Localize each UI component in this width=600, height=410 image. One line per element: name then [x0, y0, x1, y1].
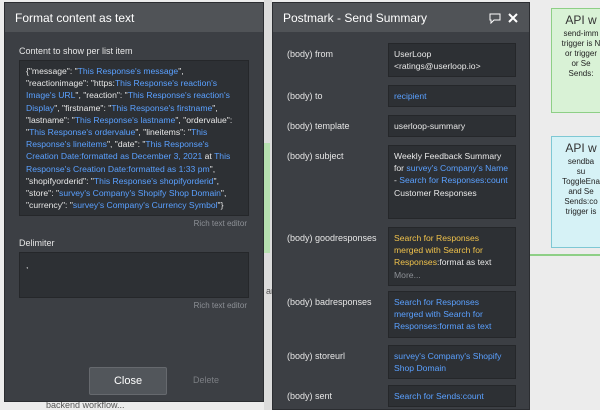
- dynamic-expression[interactable]: survey's Company's Currency Symbol: [73, 200, 218, 210]
- dynamic-expression[interactable]: survey's Company's Name: [406, 163, 508, 173]
- card-line: ToggleEna: [562, 177, 600, 186]
- rich-text-editor-link[interactable]: Rich text editor: [5, 219, 247, 228]
- canvas-connector-vertical: [264, 143, 270, 253]
- dynamic-expression[interactable]: survey's Company's Shopify Shop Domain: [59, 188, 221, 198]
- panel-header[interactable]: Format content as text: [5, 3, 263, 32]
- delete-button[interactable]: Delete: [193, 375, 219, 385]
- card-line: send-imm: [563, 29, 599, 38]
- dynamic-expression[interactable]: This Response's firstname: [111, 103, 212, 113]
- param-field[interactable]: Weekly Feedback Summary for survey's Com…: [388, 145, 516, 219]
- param-field[interactable]: recipient: [388, 85, 516, 108]
- dynamic-expression[interactable]: Search for Responses merged with Search …: [394, 297, 491, 331]
- card-line: trigger is N: [561, 39, 600, 48]
- comment-icon[interactable]: [489, 12, 501, 24]
- static-text: ", "firstname": ": [54, 102, 112, 113]
- card-line: su: [576, 167, 586, 176]
- scrollbar[interactable]: [525, 32, 528, 404]
- dynamic-expression[interactable]: This Response's message: [78, 66, 179, 76]
- card-line: sendba: [567, 157, 595, 166]
- canvas-connector-line: [520, 254, 600, 256]
- format-content-panel: Format content as text Content to show p…: [4, 2, 264, 402]
- api-workflow-card-title: API w: [565, 141, 597, 155]
- card-line: or trigger: [564, 49, 597, 58]
- dynamic-expression[interactable]: survey's Company's Shopify Shop Domain: [394, 351, 501, 373]
- panel-title: Format content as text: [15, 10, 135, 25]
- content-label: Content to show per list item: [19, 46, 133, 56]
- static-text: {"message": ": [26, 66, 78, 76]
- param-label: (body) storeurl: [287, 351, 346, 361]
- param-label: (body) subject: [287, 151, 344, 161]
- postmark-action-panel: Postmark - Send Summary (body) from UserL…: [272, 2, 530, 410]
- static-text: :format as text: [437, 257, 492, 268]
- param-label: (body) from: [287, 49, 334, 59]
- dynamic-expression[interactable]: This Response's shopifyorderid: [94, 176, 214, 186]
- delimiter-value: ,: [26, 260, 29, 271]
- param-field[interactable]: Search for Responses merged with Search …: [388, 291, 516, 338]
- param-label: (body) badresponses: [287, 297, 372, 307]
- param-field[interactable]: Search for Sends:count: [388, 385, 516, 408]
- param-label: (body) to: [287, 91, 323, 101]
- card-line: and Se: [568, 187, 594, 196]
- close-icon[interactable]: [507, 12, 519, 24]
- panel-header[interactable]: Postmark - Send Summary: [273, 3, 529, 32]
- dynamic-expression[interactable]: This Response's ordervalue: [29, 127, 135, 137]
- param-label: (body) goodresponses: [287, 233, 377, 243]
- static-text: userloop-summary: [394, 121, 466, 131]
- static-text: ", "reaction": ": [75, 90, 128, 101]
- dynamic-expression[interactable]: Search for Sends:count: [394, 391, 484, 401]
- dynamic-expression[interactable]: recipient: [394, 91, 426, 101]
- card-line: or Se: [571, 59, 591, 68]
- panel-title: Postmark - Send Summary: [283, 10, 428, 25]
- card-line: Sends:: [568, 69, 594, 78]
- param-field[interactable]: UserLoop <ratings@userloop.io>: [388, 43, 516, 78]
- content-per-item-editor[interactable]: {"message": "This Response's message ", "…: [19, 60, 249, 217]
- rich-text-editor-link[interactable]: Rich text editor: [5, 301, 247, 310]
- param-label: (body) template: [287, 121, 350, 131]
- dynamic-expression[interactable]: This Response's lastname: [75, 115, 176, 125]
- param-field[interactable]: Search for Responses merged with Search …: [388, 227, 516, 286]
- param-field[interactable]: survey's Company's Shopify Shop Domain: [388, 345, 516, 380]
- param-field[interactable]: userloop-summary: [388, 115, 516, 138]
- static-text: ", "lineitems": ": [135, 127, 191, 138]
- static-text: ", "date": ": [106, 139, 146, 150]
- api-workflow-card-1[interactable]: API w send-imm trigger is N or trigger o…: [551, 8, 600, 113]
- api-workflow-card-2[interactable]: API w sendba su ToggleEna and Se Sends:c…: [551, 136, 600, 248]
- delimiter-editor[interactable]: ,: [19, 252, 249, 299]
- card-line: trigger is: [565, 207, 597, 216]
- api-workflow-card-title: API w: [565, 13, 597, 27]
- static-text: UserLoop <ratings@userloop.io>: [394, 49, 481, 72]
- dynamic-expression[interactable]: Search for Responses:count: [399, 175, 507, 185]
- more-link[interactable]: More...: [394, 270, 421, 280]
- static-text: Customer Responses: [394, 187, 477, 198]
- param-label: (body) sent: [287, 391, 333, 401]
- card-line: Sends:co: [564, 197, 598, 206]
- static-text: "}: [217, 200, 224, 211]
- static-text: at: [202, 151, 215, 162]
- close-button[interactable]: Close: [89, 367, 167, 395]
- delimiter-label: Delimiter: [19, 238, 55, 249]
